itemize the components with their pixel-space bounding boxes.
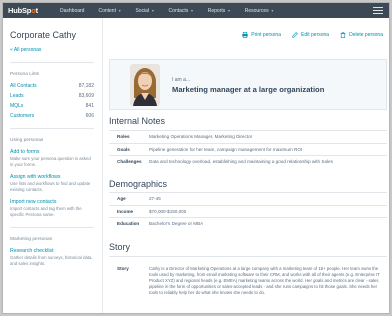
table-row: Roles Marketing Operations Manager, Marke… bbox=[109, 130, 387, 143]
row-key: Challenges bbox=[117, 159, 142, 165]
story-text: Cathy is a Director of Marketing Operati… bbox=[149, 266, 380, 296]
table-row: Challenges Data and technology overload, … bbox=[109, 155, 387, 168]
sidebar: Corporate Cathy « All personas Persona L… bbox=[3, 18, 101, 313]
row-key: Education bbox=[117, 221, 140, 227]
list-label: MQLs bbox=[10, 103, 24, 109]
logo-text: HubSp bbox=[8, 6, 32, 15]
list-count: 606 bbox=[85, 113, 94, 119]
assign-workflows-link[interactable]: Assign with workflows bbox=[10, 174, 94, 180]
nav-label: Contacts bbox=[168, 7, 189, 14]
table-row: Age 27-45 bbox=[109, 192, 387, 205]
divider bbox=[10, 128, 94, 129]
nav-dashboard[interactable]: Dashboard bbox=[60, 8, 84, 14]
persona-actions: Print persona Edit persona Delete person… bbox=[231, 32, 383, 38]
row-value: 27-45 bbox=[149, 196, 161, 202]
nav-label: Dashboard bbox=[60, 7, 85, 14]
app-window: HubSpot Dashboard Content ▼ Social ▼ Conta… bbox=[2, 2, 390, 314]
hubspot-logo[interactable]: HubSpot bbox=[8, 6, 60, 15]
edit-label: Edit persona bbox=[301, 32, 330, 38]
list-count: 87,182 bbox=[78, 83, 94, 89]
import-contacts-link[interactable]: Import new contacts bbox=[10, 199, 94, 205]
logo-text-end: t bbox=[35, 6, 39, 15]
print-label: Print persona bbox=[251, 32, 281, 38]
print-icon bbox=[242, 32, 248, 38]
delete-persona-button[interactable]: Delete persona bbox=[340, 32, 383, 38]
table-row: Income $70,000-$150,000 bbox=[109, 204, 387, 218]
row-key: Age bbox=[117, 196, 126, 202]
table-row: Goals Pipeline generation for her team, c… bbox=[109, 142, 387, 156]
row-key: Roles bbox=[117, 134, 130, 140]
chevron-down-icon: ▼ bbox=[151, 8, 155, 13]
demographics-table: Age 27-45 Income $70,000-$150,000 Educatio… bbox=[109, 192, 387, 230]
marketing-personas-label: Marketing personas bbox=[10, 237, 53, 242]
persona-card: I am a... Marketing manager at a large o… bbox=[109, 59, 387, 110]
row-value: Bachelor's Degree or MBA bbox=[149, 221, 204, 227]
import-contacts-desc: Import contacts and tag them with the sp… bbox=[10, 206, 82, 217]
delete-label: Delete persona bbox=[349, 32, 383, 38]
nav-reports[interactable]: Reports ▼ bbox=[208, 8, 231, 14]
nav-contacts[interactable]: Contacts ▼ bbox=[169, 8, 194, 14]
pencil-icon bbox=[292, 32, 298, 38]
story-title: Story bbox=[109, 242, 131, 252]
all-personas-link[interactable]: « All personas bbox=[10, 47, 94, 53]
nav-social[interactable]: Social ▼ bbox=[135, 8, 154, 14]
list-label: Leads bbox=[10, 93, 24, 99]
list-item-leads[interactable]: Leads 83,609 bbox=[10, 93, 94, 99]
internal-notes-title: Internal Notes bbox=[109, 116, 166, 126]
row-value: $70,000-$150,000 bbox=[149, 208, 187, 214]
divider bbox=[10, 62, 94, 63]
nav-content[interactable]: Content ▼ bbox=[98, 8, 121, 14]
main-nav: Dashboard Content ▼ Social ▼ Contacts ▼ Rep… bbox=[60, 8, 288, 14]
list-count: 83,609 bbox=[78, 93, 94, 99]
add-to-forms-desc: Make sure your persona question is asked… bbox=[10, 156, 91, 167]
using-personas-label: Using personas bbox=[10, 138, 44, 143]
research-checklist-link[interactable]: Research checklist bbox=[10, 248, 94, 254]
list-label: Customers bbox=[10, 113, 35, 119]
top-navigation-bar: HubSpot Dashboard Content ▼ Social ▼ Conta… bbox=[3, 3, 389, 18]
add-to-forms-link[interactable]: Add to forms bbox=[10, 149, 94, 155]
list-item-mqls[interactable]: MQLs 841 bbox=[10, 103, 94, 109]
row-value: Marketing Operations Manager, Marketing … bbox=[149, 134, 253, 140]
nav-label: Content bbox=[98, 7, 116, 14]
persona-avatar bbox=[130, 64, 160, 106]
demographics-title: Demographics bbox=[109, 179, 168, 189]
list-item-customers[interactable]: Customers 606 bbox=[10, 113, 94, 119]
persona-headline: Marketing manager at a large organizatio… bbox=[172, 85, 325, 94]
list-label: All Contacts bbox=[10, 83, 37, 89]
trash-icon bbox=[340, 32, 346, 38]
table-row: Education Bachelor's Degree or MBA bbox=[109, 217, 387, 230]
row-value: Data and technology overload, establishi… bbox=[149, 159, 333, 165]
menu-icon[interactable] bbox=[373, 7, 383, 14]
row-key: Goals bbox=[117, 146, 130, 152]
persona-intro: I am a... bbox=[172, 77, 191, 83]
chevron-down-icon: ▼ bbox=[270, 8, 275, 13]
persona-title: Corporate Cathy bbox=[10, 30, 77, 40]
list-item-all-contacts[interactable]: All Contacts 87,182 bbox=[10, 83, 94, 89]
chevron-down-icon: ▼ bbox=[117, 8, 122, 13]
research-checklist-desc: Gather details from surveys, historical … bbox=[10, 255, 93, 266]
assign-workflows-desc: Use lists and workflows to find and upda… bbox=[10, 181, 91, 192]
nav-resources[interactable]: Resources ▼ bbox=[245, 8, 274, 14]
nav-label: Resources bbox=[244, 7, 269, 14]
row-key: Story bbox=[117, 266, 129, 271]
persona-lists-label: Persona Lists bbox=[10, 72, 40, 77]
nav-label: Social bbox=[135, 7, 150, 14]
list-count: 841 bbox=[85, 103, 94, 109]
main-content: Print persona Edit persona Delete person… bbox=[103, 18, 389, 313]
internal-notes-table: Roles Marketing Operations Manager, Marke… bbox=[109, 130, 387, 168]
nav-label: Reports bbox=[207, 7, 226, 14]
divider bbox=[10, 227, 94, 228]
story-row: Story Cathy is a Director of Marketing O… bbox=[109, 256, 387, 296]
chevron-down-icon: ▼ bbox=[190, 8, 194, 13]
row-value: Pipeline generation for her team, campai… bbox=[149, 146, 303, 152]
edit-persona-button[interactable]: Edit persona bbox=[292, 32, 329, 38]
print-persona-button[interactable]: Print persona bbox=[242, 32, 281, 38]
chevron-down-icon: ▼ bbox=[227, 8, 231, 13]
row-key: Income bbox=[117, 208, 134, 214]
